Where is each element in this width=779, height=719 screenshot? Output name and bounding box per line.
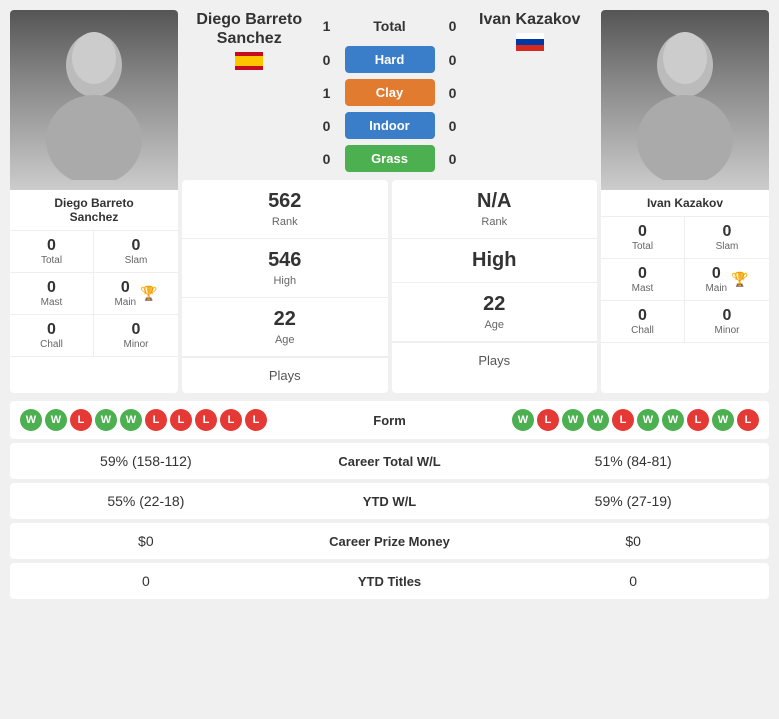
form-badge-l: L xyxy=(170,409,192,431)
player2-card: Ivan Kazakov 0 Total 0 Slam 0 Mast 0 xyxy=(601,10,769,393)
form-badge-l: L xyxy=(70,409,92,431)
form-badge-w: W xyxy=(712,409,734,431)
form-badge-l: L xyxy=(612,409,634,431)
total-row: 1 Total 0 xyxy=(317,12,463,40)
form-badge-l: L xyxy=(195,409,217,431)
player1-total-stat: 0 Total xyxy=(10,231,94,273)
player1-main-stat: 0 Main 🏆 xyxy=(94,273,178,315)
career-total-row: 59% (158-112) Career Total W/L 51% (84-8… xyxy=(10,443,769,479)
form-badge-w: W xyxy=(120,409,142,431)
player1-chall-stat: 0 Chall xyxy=(10,315,94,357)
ytd-wl-label: YTD W/L xyxy=(268,494,512,509)
p1-ytd-stat: 55% (22-18) xyxy=(24,493,268,509)
form-badge-l: L xyxy=(537,409,559,431)
player2-header-name: Ivan Kazakov xyxy=(463,10,598,29)
p2-titles-stat: 0 xyxy=(511,573,755,589)
clay-btn: Clay xyxy=(345,79,435,106)
form-badge-l: L xyxy=(737,409,759,431)
grass-btn: Grass xyxy=(345,145,435,172)
indoor-btn: Indoor xyxy=(345,112,435,139)
p1-total-score: 1 xyxy=(317,18,337,34)
career-total-label: Career Total W/L xyxy=(268,454,512,469)
player1-mast-stat: 0 Mast xyxy=(10,273,94,315)
hard-btn: Hard xyxy=(345,46,435,73)
player2-total-stat: 0 Total xyxy=(601,217,685,259)
player2-name: Ivan Kazakov xyxy=(643,190,727,216)
middle-section: Diego Barreto Sanchez 1 Total 0 xyxy=(182,10,597,393)
p2-total-score: 0 xyxy=(443,18,463,34)
form-badge-w: W xyxy=(95,409,117,431)
indoor-row: 0 Indoor 0 xyxy=(317,112,463,139)
form-label: Form xyxy=(350,413,430,428)
player1-header-name: Diego Barreto Sanchez xyxy=(182,10,317,48)
player1-form: WWLWWLLLLL xyxy=(20,409,344,431)
player2-minor-stat: 0 Minor xyxy=(685,301,769,343)
ytd-wl-row: 55% (22-18) YTD W/L 59% (27-19) xyxy=(10,483,769,519)
form-badge-l: L xyxy=(245,409,267,431)
player1-card: Diego Barreto Sanchez 0 Total 0 Slam 0 M… xyxy=(10,10,178,393)
form-badge-w: W xyxy=(587,409,609,431)
player1-minor-stat: 0 Minor xyxy=(94,315,178,357)
form-badge-l: L xyxy=(220,409,242,431)
player2-slam-stat: 0 Slam xyxy=(685,217,769,259)
form-badge-w: W xyxy=(20,409,42,431)
prize-money-row: $0 Career Prize Money $0 xyxy=(10,523,769,559)
trophy-icon-p2: 🏆 xyxy=(731,271,748,288)
player1-avatar xyxy=(10,10,178,190)
player1-name: Diego Barreto Sanchez xyxy=(50,190,137,230)
player2-form: WLWWLWWLWL xyxy=(436,409,760,431)
p1-career-stat: 59% (158-112) xyxy=(24,453,268,469)
hard-row: 0 Hard 0 xyxy=(317,46,463,73)
prize-label: Career Prize Money xyxy=(268,534,512,549)
p2-career-stat: 51% (84-81) xyxy=(511,453,755,469)
total-label: Total xyxy=(345,18,435,34)
flag-ru-icon xyxy=(516,33,544,51)
p2-prize-stat: $0 xyxy=(511,533,755,549)
player1-center-stats: 562 Rank 546 High 22 Age Plays xyxy=(182,180,388,393)
form-badge-w: W xyxy=(637,409,659,431)
form-section: WWLWWLLLLL Form WLWWLWWLWL xyxy=(10,401,769,439)
player2-avatar xyxy=(601,10,769,190)
player2-center-stats: N/A Rank High 22 Age Plays xyxy=(392,180,598,393)
clay-row: 1 Clay 0 xyxy=(317,79,463,106)
ytd-titles-label: YTD Titles xyxy=(268,574,512,589)
flag-es-icon xyxy=(235,52,263,70)
grass-row: 0 Grass 0 xyxy=(317,145,463,172)
trophy-icon-p1: 🏆 xyxy=(140,285,157,302)
form-badge-w: W xyxy=(662,409,684,431)
player2-chall-stat: 0 Chall xyxy=(601,301,685,343)
p1-titles-stat: 0 xyxy=(24,573,268,589)
p1-prize-stat: $0 xyxy=(24,533,268,549)
form-badge-w: W xyxy=(512,409,534,431)
player2-mast-stat: 0 Mast xyxy=(601,259,685,301)
ytd-titles-row: 0 YTD Titles 0 xyxy=(10,563,769,599)
form-badge-w: W xyxy=(562,409,584,431)
form-badge-l: L xyxy=(145,409,167,431)
form-badge-w: W xyxy=(45,409,67,431)
form-badge-l: L xyxy=(687,409,709,431)
player1-slam-stat: 0 Slam xyxy=(94,231,178,273)
player2-main-stat: 0 Main 🏆 xyxy=(685,259,769,301)
p2-ytd-stat: 59% (27-19) xyxy=(511,493,755,509)
